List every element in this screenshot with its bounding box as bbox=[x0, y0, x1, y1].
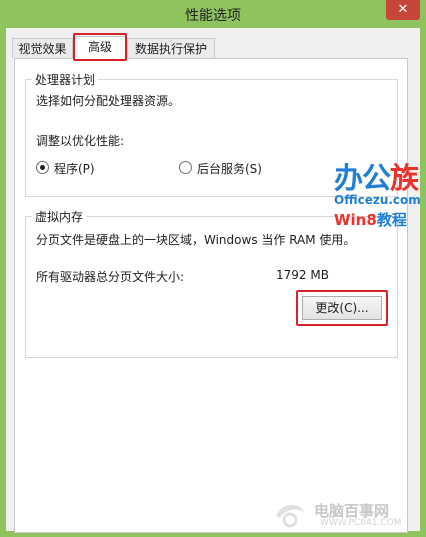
pc841-watermark: 电脑百事网 WWW.PC841.COM bbox=[270, 498, 420, 532]
title-bar[interactable]: 性能选项 ✕ bbox=[0, 0, 426, 28]
radio-programs-label: 程序(P) bbox=[54, 162, 95, 176]
advanced-tab-panel: 处理器计划 选择如何分配处理器资源。 调整以优化性能: 程序(P) 后台服务(S… bbox=[14, 58, 408, 533]
officezu-logo: 办公族 Officezu.com Win8教程 bbox=[334, 155, 426, 235]
virtual-memory-group: 虚拟内存 分页文件是硬盘上的一块区域，Windows 当作 RAM 使用。 所有… bbox=[25, 208, 398, 358]
processor-description: 选择如何分配处理器资源。 bbox=[36, 94, 181, 108]
tab-data-execution-prevention[interactable]: 数据执行保护 bbox=[127, 38, 215, 58]
logo-sub-part-a: Win8 bbox=[334, 211, 377, 229]
virtual-memory-description: 分页文件是硬盘上的一块区域，Windows 当作 RAM 使用。 bbox=[36, 233, 356, 247]
logo-main-text: 办公族 bbox=[334, 155, 419, 197]
radio-selected-dot bbox=[40, 165, 45, 170]
radio-background-services[interactable]: 后台服务(S) bbox=[179, 159, 309, 177]
close-button[interactable]: ✕ bbox=[386, 0, 420, 20]
watermark-url: WWW.PC841.COM bbox=[320, 518, 402, 528]
radio-programs[interactable]: 程序(P) bbox=[36, 159, 156, 177]
tab-advanced[interactable]: 高级 bbox=[74, 36, 126, 59]
tab-visual-effects[interactable]: 视觉效果 bbox=[12, 38, 73, 58]
performance-options-window: 性能选项 ✕ 视觉效果 高级 数据执行保护 处理器计划 选择如何分配处理器资源。… bbox=[0, 0, 426, 537]
adjust-for-label: 调整以优化性能: bbox=[36, 134, 125, 148]
total-paging-file-label: 所有驱动器总分页文件大小: bbox=[36, 270, 185, 284]
processor-scheduling-title: 处理器计划 bbox=[32, 71, 99, 88]
virtual-memory-title: 虚拟内存 bbox=[32, 208, 87, 225]
logo-sub-part-b: 教程 bbox=[376, 211, 407, 229]
total-paging-file-value: 1792 MB bbox=[276, 268, 329, 282]
change-button[interactable]: 更改(C)... bbox=[302, 296, 382, 320]
window-title: 性能选项 bbox=[185, 8, 241, 24]
logo-main-part-a: 办公 bbox=[334, 161, 391, 195]
radio-background-services-button[interactable] bbox=[179, 161, 192, 174]
logo-site-text: Officezu.com bbox=[334, 193, 421, 207]
radio-programs-button[interactable] bbox=[36, 161, 49, 174]
logo-main-part-b: 族 bbox=[390, 161, 419, 195]
radio-background-services-label: 后台服务(S) bbox=[197, 162, 262, 176]
dialog-client-area: 视觉效果 高级 数据执行保护 处理器计划 选择如何分配处理器资源。 调整以优化性… bbox=[6, 28, 420, 533]
watermark-swirl-icon bbox=[276, 504, 304, 528]
logo-sub-text: Win8教程 bbox=[334, 209, 407, 230]
